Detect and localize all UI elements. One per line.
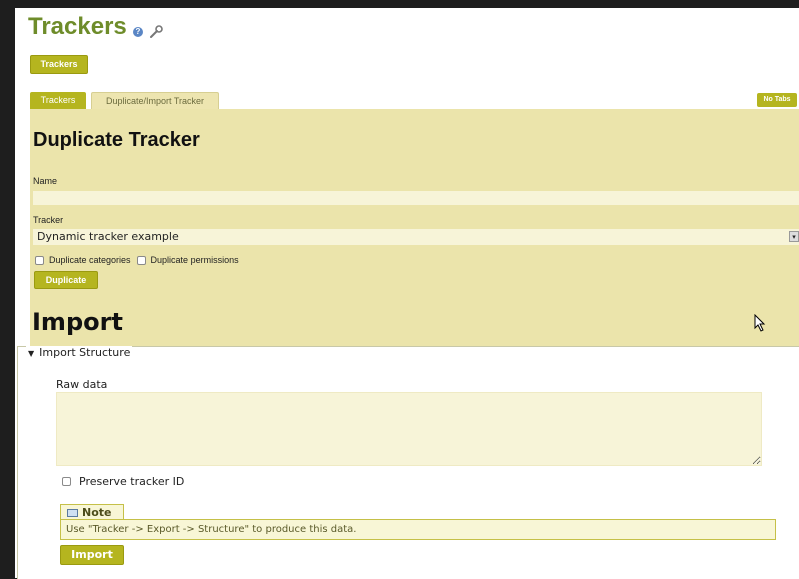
chevron-down-icon[interactable]: ▾ xyxy=(789,231,799,242)
tab-duplicate-import[interactable]: Duplicate/Import Tracker xyxy=(91,92,219,109)
import-structure-section: ▼ Import Structure Raw data Preserve trac… xyxy=(17,346,799,579)
tracker-select[interactable]: Dynamic tracker example ▾ xyxy=(33,229,799,245)
page-title: Trackers xyxy=(28,13,127,40)
preserve-tracker-id-checkbox[interactable] xyxy=(62,477,71,486)
note-title: Note xyxy=(60,504,124,520)
import-structure-toggle[interactable]: ▼ Import Structure xyxy=(26,346,133,359)
import-heading: Import xyxy=(32,308,123,336)
help-icon[interactable]: ? xyxy=(133,27,143,37)
name-label: Name xyxy=(33,176,58,186)
tracker-select-value: Dynamic tracker example xyxy=(37,230,179,243)
no-tabs-button[interactable]: No Tabs xyxy=(757,93,797,107)
note-title-text: Note xyxy=(82,506,112,519)
raw-data-label: Raw data xyxy=(56,378,108,391)
duplicate-button[interactable]: Duplicate xyxy=(34,271,98,289)
tab-trackers[interactable]: Trackers xyxy=(30,92,86,109)
triangle-down-icon: ▼ xyxy=(28,349,35,358)
duplicate-permissions-label: Duplicate permissions xyxy=(150,255,239,265)
duplicate-heading: Duplicate Tracker xyxy=(33,129,200,151)
note-text: Use "Tracker -> Export -> Structure" to … xyxy=(60,519,776,540)
book-icon xyxy=(67,509,78,517)
trackers-button[interactable]: Trackers xyxy=(30,55,88,74)
wrench-icon[interactable] xyxy=(149,25,163,39)
duplicate-categories-label: Duplicate categories xyxy=(49,255,131,265)
duplicate-panel: Duplicate Tracker Name Tracker Dynamic t… xyxy=(30,109,799,355)
raw-data-textarea[interactable] xyxy=(56,392,762,466)
import-button[interactable]: Import xyxy=(60,545,124,565)
preserve-tracker-id-label: Preserve tracker ID xyxy=(79,475,185,488)
duplicate-permissions-checkbox[interactable] xyxy=(136,255,146,265)
duplicate-categories-checkbox[interactable] xyxy=(35,255,44,265)
mouse-cursor-icon xyxy=(754,314,766,332)
import-structure-legend: Import Structure xyxy=(39,346,131,359)
tracker-label: Tracker xyxy=(33,215,64,225)
name-input[interactable] xyxy=(33,191,799,205)
